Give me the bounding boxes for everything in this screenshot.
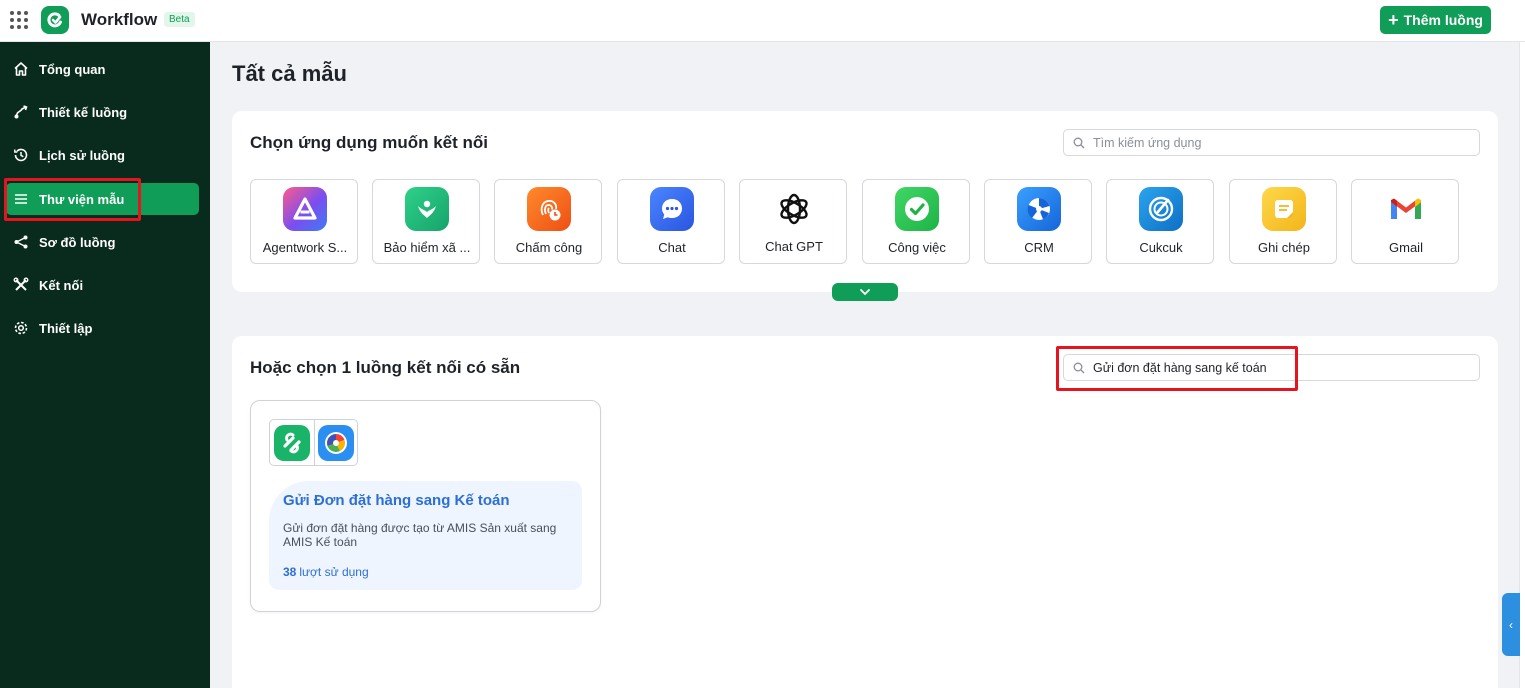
workflow-logo-icon [41, 6, 69, 34]
app-name: CRM [1024, 240, 1054, 255]
agentwork-icon [283, 187, 327, 231]
sidebar-item-label: Thiết lập [39, 320, 93, 336]
app-tile-chatgpt[interactable]: Chat GPT [739, 179, 847, 264]
sidebar-item-flow-map[interactable]: Sơ đồ luồng [6, 226, 199, 258]
side-panel-toggle[interactable]: ‹ [1502, 593, 1520, 656]
app-grid-icon[interactable] [10, 11, 28, 29]
app-tile-cukcuk[interactable]: Cukcuk [1106, 179, 1214, 264]
notes-icon [1262, 187, 1306, 231]
apps-section-title: Chọn ứng dụng muốn kết nối [250, 133, 488, 152]
usage-label: lượt sử dụng [299, 565, 369, 579]
flow-search-input[interactable] [1093, 360, 1453, 375]
beta-badge: Beta [164, 12, 195, 27]
search-icon [1073, 362, 1085, 374]
app-name: Gmail [1389, 240, 1423, 255]
scrollbar[interactable] [1519, 42, 1525, 688]
chevron-down-icon [859, 283, 871, 301]
app-tile-timekeeping[interactable]: Chấm công [494, 179, 602, 264]
sidebar-item-label: Thư viện mẫu [39, 191, 125, 207]
flow-app-icons [269, 419, 358, 466]
flow-description: Gửi đơn đặt hàng được tạo từ AMIS Sản xu… [283, 521, 557, 549]
app-title: Workflow [81, 10, 158, 29]
amis-accounting-icon [313, 420, 358, 465]
gmail-icon [1384, 187, 1428, 231]
app-tile-social-insurance[interactable]: Bảo hiểm xã ... [372, 179, 480, 264]
app-search-input[interactable] [1093, 135, 1453, 150]
sidebar-item-connections[interactable]: Kết nối [6, 269, 199, 301]
app-tile-gmail[interactable]: Gmail [1351, 179, 1459, 264]
flow-design-icon [12, 103, 30, 121]
app-name: Chấm công [515, 240, 583, 255]
sidebar-item-label: Lịch sử luồng [39, 147, 125, 163]
app-name: Bảo hiểm xã ... [383, 240, 471, 255]
add-flow-button[interactable]: + Thêm luồng [1380, 6, 1491, 34]
gear-icon [12, 319, 30, 337]
sidebar-item-flow-design[interactable]: Thiết kế luồng [6, 96, 199, 128]
chatgpt-icon [772, 187, 816, 231]
share-nodes-icon [12, 233, 30, 251]
sidebar-item-template-library[interactable]: Thư viện mẫu [6, 183, 199, 215]
sidebar-item-overview[interactable]: Tổng quan [6, 53, 199, 85]
chevron-left-icon: ‹ [1509, 617, 1513, 632]
flow-usage: 38 lượt sử dụng [283, 565, 369, 579]
amis-production-icon [270, 420, 314, 465]
sidebar-item-flow-history[interactable]: Lịch sử luồng [6, 139, 199, 171]
app-search-box[interactable] [1063, 129, 1480, 156]
sidebar-item-label: Kết nối [39, 277, 84, 293]
chat-bubble-icon [650, 187, 694, 231]
expand-apps-button[interactable] [832, 283, 898, 301]
sidebar-item-label: Thiết kế luồng [39, 104, 128, 120]
plus-icon: + [1388, 10, 1399, 30]
page-title: Tất cả mẫu [232, 61, 347, 86]
app-name: Chat GPT [765, 239, 823, 254]
flows-section-title: Hoặc chọn 1 luồng kết nối có sẵn [250, 358, 521, 377]
sidebar-item-settings[interactable]: Thiết lập [6, 312, 199, 344]
check-circle-icon [895, 187, 939, 231]
home-icon [12, 60, 30, 78]
flow-search-box[interactable] [1063, 354, 1480, 381]
add-flow-label: Thêm luồng [1403, 12, 1483, 28]
crm-icon [1017, 187, 1061, 231]
app-tile-crm[interactable]: CRM [984, 179, 1092, 264]
search-icon [1073, 137, 1085, 149]
sidebar: Tổng quan Thiết kế luồng Lịch sử luồng T… [0, 42, 210, 688]
tools-icon [12, 276, 30, 294]
app-tile-agentwork[interactable]: Agentwork S... [250, 179, 358, 264]
history-icon [12, 146, 30, 164]
usage-count: 38 [283, 565, 297, 579]
app-tile-tasks[interactable]: Công việc [862, 179, 970, 264]
fingerprint-clock-icon [527, 187, 571, 231]
top-bar: Workflow Beta + Thêm luồng [0, 0, 1525, 42]
app-name: Chat [658, 240, 686, 255]
cukcuk-icon [1139, 187, 1183, 231]
app-tile-notes[interactable]: Ghi chép [1229, 179, 1337, 264]
app-name: Ghi chép [1257, 240, 1311, 255]
sidebar-item-label: Sơ đồ luồng [39, 234, 116, 250]
flow-title[interactable]: Gửi Đơn đặt hàng sang Kế toán [283, 492, 510, 509]
menu-lines-icon [12, 190, 30, 208]
sidebar-item-label: Tổng quan [39, 61, 106, 77]
social-insurance-icon [405, 187, 449, 231]
app-name: Cukcuk [1139, 240, 1183, 255]
app-name: Agentwork S... [262, 240, 348, 255]
app-name: Công việc [888, 240, 946, 255]
app-tile-chat[interactable]: Chat [617, 179, 725, 264]
